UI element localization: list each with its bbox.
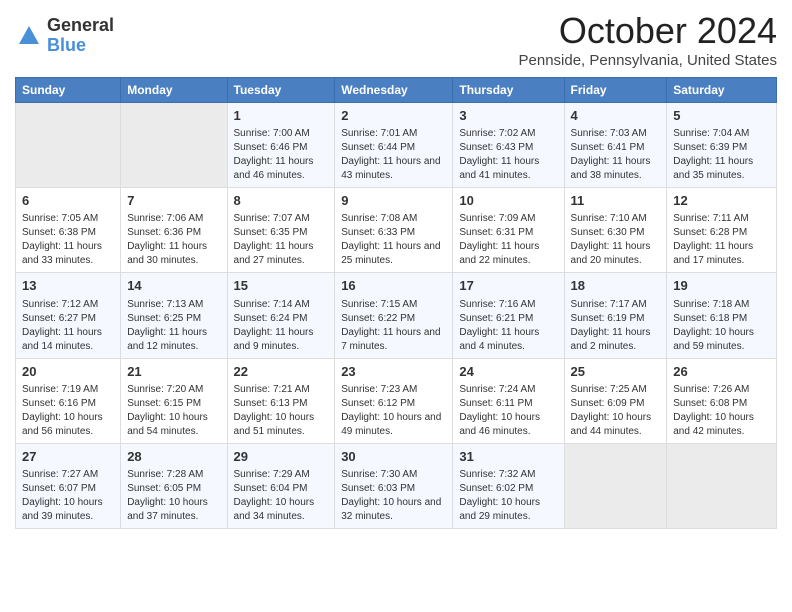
calendar-week-2: 6Sunrise: 7:05 AMSunset: 6:38 PMDaylight…: [16, 188, 777, 273]
calendar-week-4: 20Sunrise: 7:19 AMSunset: 6:16 PMDayligh…: [16, 358, 777, 443]
calendar-cell: 8Sunrise: 7:07 AMSunset: 6:35 PMDaylight…: [227, 188, 335, 273]
day-number: 31: [459, 448, 557, 466]
location-title: Pennside, Pennsylvania, United States: [519, 52, 778, 69]
calendar-cell: 4Sunrise: 7:03 AMSunset: 6:41 PMDaylight…: [564, 103, 667, 188]
calendar-cell: 20Sunrise: 7:19 AMSunset: 6:16 PMDayligh…: [16, 358, 121, 443]
calendar-cell: 3Sunrise: 7:02 AMSunset: 6:43 PMDaylight…: [453, 103, 564, 188]
calendar-cell: 6Sunrise: 7:05 AMSunset: 6:38 PMDaylight…: [16, 188, 121, 273]
header-cell-saturday: Saturday: [667, 78, 777, 103]
calendar-table: SundayMondayTuesdayWednesdayThursdayFrid…: [15, 77, 777, 529]
logo-general: General: [47, 16, 114, 36]
day-number: 17: [459, 277, 557, 295]
calendar-cell: 18Sunrise: 7:17 AMSunset: 6:19 PMDayligh…: [564, 273, 667, 358]
calendar-cell: 27Sunrise: 7:27 AMSunset: 6:07 PMDayligh…: [16, 443, 121, 528]
day-number: 22: [234, 363, 329, 381]
day-number: 4: [571, 107, 661, 125]
calendar-cell: 25Sunrise: 7:25 AMSunset: 6:09 PMDayligh…: [564, 358, 667, 443]
logo-blue: Blue: [47, 36, 114, 56]
day-number: 19: [673, 277, 770, 295]
day-number: 21: [127, 363, 220, 381]
logo-text: General Blue: [47, 16, 114, 56]
calendar-cell: 15Sunrise: 7:14 AMSunset: 6:24 PMDayligh…: [227, 273, 335, 358]
calendar-cell: [16, 103, 121, 188]
logo-icon: [15, 22, 43, 50]
day-number: 12: [673, 192, 770, 210]
calendar-cell: [667, 443, 777, 528]
calendar-cell: 11Sunrise: 7:10 AMSunset: 6:30 PMDayligh…: [564, 188, 667, 273]
day-number: 30: [341, 448, 446, 466]
calendar-cell: 30Sunrise: 7:30 AMSunset: 6:03 PMDayligh…: [335, 443, 453, 528]
calendar-cell: [564, 443, 667, 528]
calendar-cell: 31Sunrise: 7:32 AMSunset: 6:02 PMDayligh…: [453, 443, 564, 528]
day-number: 15: [234, 277, 329, 295]
day-number: 3: [459, 107, 557, 125]
calendar-cell: 22Sunrise: 7:21 AMSunset: 6:13 PMDayligh…: [227, 358, 335, 443]
header: General Blue October 2024 Pennside, Penn…: [15, 10, 777, 69]
calendar-week-3: 13Sunrise: 7:12 AMSunset: 6:27 PMDayligh…: [16, 273, 777, 358]
month-title: October 2024: [519, 10, 778, 52]
day-number: 6: [22, 192, 114, 210]
calendar-cell: 2Sunrise: 7:01 AMSunset: 6:44 PMDaylight…: [335, 103, 453, 188]
day-number: 16: [341, 277, 446, 295]
calendar-cell: 26Sunrise: 7:26 AMSunset: 6:08 PMDayligh…: [667, 358, 777, 443]
header-cell-sunday: Sunday: [16, 78, 121, 103]
title-area: October 2024 Pennside, Pennsylvania, Uni…: [519, 10, 778, 69]
day-number: 27: [22, 448, 114, 466]
calendar-cell: 29Sunrise: 7:29 AMSunset: 6:04 PMDayligh…: [227, 443, 335, 528]
day-number: 24: [459, 363, 557, 381]
day-number: 2: [341, 107, 446, 125]
day-number: 11: [571, 192, 661, 210]
header-cell-monday: Monday: [121, 78, 227, 103]
logo: General Blue: [15, 16, 114, 56]
header-cell-thursday: Thursday: [453, 78, 564, 103]
calendar-cell: 16Sunrise: 7:15 AMSunset: 6:22 PMDayligh…: [335, 273, 453, 358]
calendar-cell: 19Sunrise: 7:18 AMSunset: 6:18 PMDayligh…: [667, 273, 777, 358]
day-number: 26: [673, 363, 770, 381]
header-row: SundayMondayTuesdayWednesdayThursdayFrid…: [16, 78, 777, 103]
calendar-cell: 28Sunrise: 7:28 AMSunset: 6:05 PMDayligh…: [121, 443, 227, 528]
day-number: 20: [22, 363, 114, 381]
day-number: 5: [673, 107, 770, 125]
calendar-cell: 17Sunrise: 7:16 AMSunset: 6:21 PMDayligh…: [453, 273, 564, 358]
calendar-cell: 12Sunrise: 7:11 AMSunset: 6:28 PMDayligh…: [667, 188, 777, 273]
calendar-cell: 14Sunrise: 7:13 AMSunset: 6:25 PMDayligh…: [121, 273, 227, 358]
header-cell-tuesday: Tuesday: [227, 78, 335, 103]
calendar-cell: 13Sunrise: 7:12 AMSunset: 6:27 PMDayligh…: [16, 273, 121, 358]
day-number: 10: [459, 192, 557, 210]
calendar-cell: 21Sunrise: 7:20 AMSunset: 6:15 PMDayligh…: [121, 358, 227, 443]
calendar-cell: 10Sunrise: 7:09 AMSunset: 6:31 PMDayligh…: [453, 188, 564, 273]
day-number: 18: [571, 277, 661, 295]
day-number: 14: [127, 277, 220, 295]
day-number: 1: [234, 107, 329, 125]
calendar-week-5: 27Sunrise: 7:27 AMSunset: 6:07 PMDayligh…: [16, 443, 777, 528]
day-number: 28: [127, 448, 220, 466]
day-number: 9: [341, 192, 446, 210]
calendar-cell: 9Sunrise: 7:08 AMSunset: 6:33 PMDaylight…: [335, 188, 453, 273]
calendar-week-1: 1Sunrise: 7:00 AMSunset: 6:46 PMDaylight…: [16, 103, 777, 188]
calendar-cell: 23Sunrise: 7:23 AMSunset: 6:12 PMDayligh…: [335, 358, 453, 443]
header-cell-friday: Friday: [564, 78, 667, 103]
day-number: 8: [234, 192, 329, 210]
day-number: 25: [571, 363, 661, 381]
calendar-cell: 24Sunrise: 7:24 AMSunset: 6:11 PMDayligh…: [453, 358, 564, 443]
calendar-cell: 7Sunrise: 7:06 AMSunset: 6:36 PMDaylight…: [121, 188, 227, 273]
day-number: 13: [22, 277, 114, 295]
header-cell-wednesday: Wednesday: [335, 78, 453, 103]
day-number: 29: [234, 448, 329, 466]
day-number: 7: [127, 192, 220, 210]
day-number: 23: [341, 363, 446, 381]
calendar-cell: 5Sunrise: 7:04 AMSunset: 6:39 PMDaylight…: [667, 103, 777, 188]
calendar-cell: [121, 103, 227, 188]
calendar-cell: 1Sunrise: 7:00 AMSunset: 6:46 PMDaylight…: [227, 103, 335, 188]
